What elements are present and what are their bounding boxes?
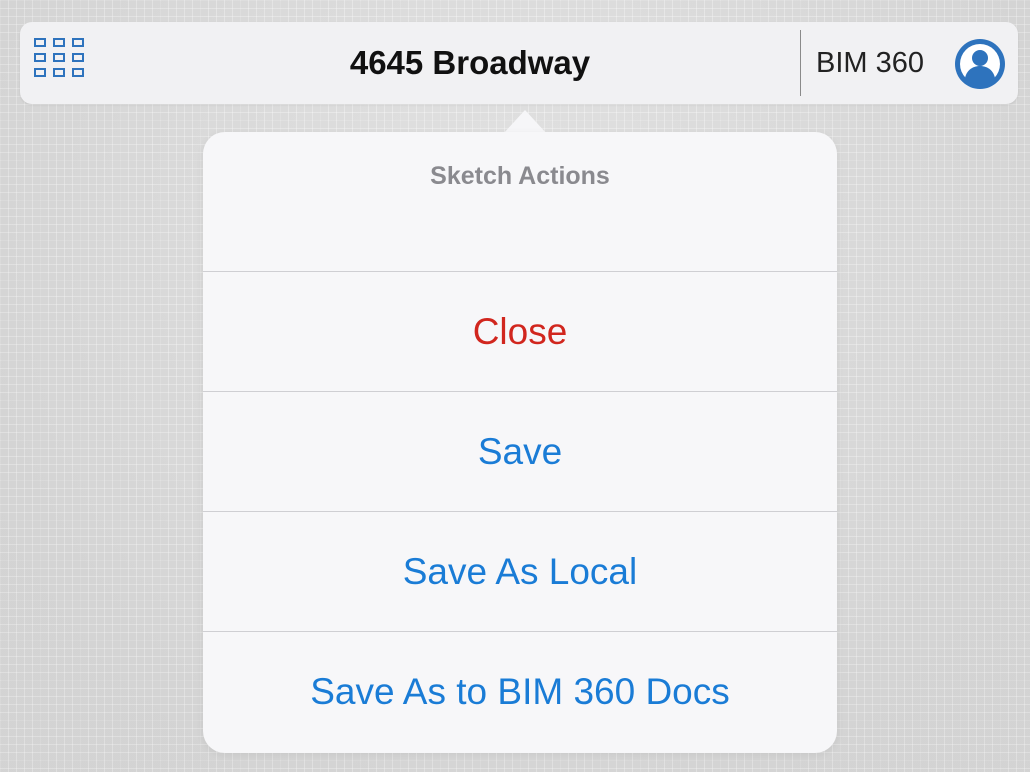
popover-arrow	[503, 110, 547, 134]
grid-apps-icon[interactable]	[34, 38, 88, 90]
popover-title: Sketch Actions	[430, 162, 610, 190]
top-toolbar: 4645 Broadway BIM 360	[20, 22, 1018, 104]
save-as-bim360-docs-button[interactable]: Save As to BIM 360 Docs	[203, 632, 837, 752]
save-as-local-button[interactable]: Save As Local	[203, 512, 837, 632]
close-button[interactable]: Close	[203, 272, 837, 392]
toolbar-divider	[800, 30, 801, 96]
save-button[interactable]: Save	[203, 392, 837, 512]
user-avatar-icon[interactable]	[954, 38, 1006, 90]
popover-header: Sketch Actions	[203, 132, 837, 272]
project-title: 4645 Broadway	[349, 44, 591, 81]
sketch-actions-popover: Sketch Actions Close Save Save As Local …	[203, 132, 837, 753]
bim360-service-label[interactable]: BIM 360	[816, 22, 924, 104]
